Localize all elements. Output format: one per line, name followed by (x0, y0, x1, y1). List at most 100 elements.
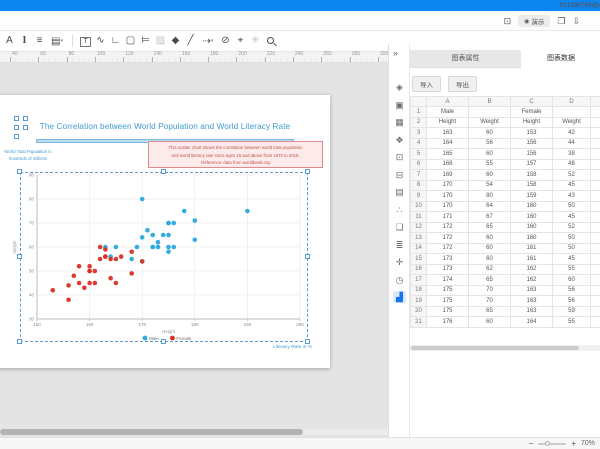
grid-cell[interactable]: 60 (469, 243, 511, 254)
symbol-library-icon[interactable]: ▦ (389, 115, 410, 129)
grid-cell[interactable]: 157 (511, 159, 553, 170)
grid-cell[interactable]: 160 (511, 212, 553, 223)
grid-cell[interactable]: 170 (427, 201, 469, 212)
grid-cell[interactable]: 170 (427, 180, 469, 191)
grid-cell[interactable] (591, 180, 600, 191)
fill-style-icon[interactable]: ◈ (389, 80, 410, 94)
grid-cell[interactable] (591, 107, 600, 118)
grid-corner-cell[interactable] (411, 97, 427, 107)
image-search-icon[interactable]: ▣ (389, 98, 410, 112)
grid-cell[interactable]: 52 (553, 222, 591, 233)
collapse-panel-icon[interactable]: » (393, 48, 398, 58)
grid-cell[interactable] (591, 243, 600, 254)
corner-line-icon[interactable]: ∟ (108, 32, 123, 50)
grid-cell[interactable]: 60 (469, 170, 511, 181)
grid-cell[interactable]: 65 (469, 222, 511, 233)
grid-cell[interactable]: 163 (511, 296, 553, 307)
sheet-horizontal-scrollbar[interactable] (410, 345, 600, 351)
grid-cell[interactable]: 158 (511, 170, 553, 181)
selection-handle[interactable] (17, 339, 22, 344)
data-sheet[interactable]: ABCDE1MaleFemale2HeightWeightHeightWeigh… (410, 96, 600, 345)
grid-cell[interactable]: 60 (469, 254, 511, 265)
grid-cell[interactable]: Height (427, 117, 469, 128)
grid-cell[interactable]: 70 (469, 296, 511, 307)
grid-cell[interactable]: 55 (469, 159, 511, 170)
grid-cell[interactable]: 156 (511, 149, 553, 160)
grid-cell[interactable] (591, 317, 600, 328)
row-header-1[interactable]: 1 (411, 107, 427, 118)
grid-cell[interactable]: 56 (469, 138, 511, 149)
grid-cell[interactable]: 59 (553, 306, 591, 317)
grid-cell[interactable] (591, 170, 600, 181)
grid-cell[interactable]: 65 (469, 306, 511, 317)
y-axis-annotation[interactable]: World Total Population in hundreds of mi… (0, 149, 58, 163)
milestone-icon[interactable]: ⊨ (138, 32, 153, 50)
row-header-4[interactable]: 4 (411, 138, 427, 149)
grid-cell[interactable]: 163 (427, 128, 469, 139)
grid-cell[interactable]: Weight (469, 117, 511, 128)
grid-cell[interactable]: 42 (553, 128, 591, 139)
download-icon[interactable]: ⇩ (572, 13, 580, 29)
crop-image-icon[interactable]: ▨ (153, 32, 168, 50)
row-header-9[interactable]: 9 (411, 191, 427, 202)
grid-cell[interactable]: 45 (553, 180, 591, 191)
grid-cell[interactable] (591, 201, 600, 212)
layers-panel-icon[interactable]: ❖ (389, 133, 410, 147)
picture-icon[interactable]: ▤ (389, 185, 410, 199)
grid-cell[interactable]: 164 (427, 138, 469, 149)
slideshow-card-icon[interactable]: ⊡ (504, 13, 512, 29)
outline-icon[interactable]: ≣ (389, 238, 410, 252)
grid-cell[interactable]: 156 (511, 138, 553, 149)
text-style-icon[interactable]: I (17, 32, 32, 50)
grid-cell[interactable]: 55 (553, 264, 591, 275)
canvas-area[interactable]: 15016017018019020030405060708090HeightWe… (0, 63, 388, 437)
grid-cell[interactable]: 172 (427, 243, 469, 254)
grid-cell[interactable]: 160 (511, 222, 553, 233)
grid-cell[interactable]: 45 (553, 254, 591, 265)
grid-cell[interactable]: 163 (511, 285, 553, 296)
grid-cell[interactable]: 171 (427, 212, 469, 223)
scrollbar-thumb[interactable] (411, 346, 579, 350)
row-header-20[interactable]: 20 (411, 306, 427, 317)
grid-cell[interactable]: 175 (427, 285, 469, 296)
grid-cell[interactable]: 80 (469, 191, 511, 202)
grid-cell[interactable]: 44 (553, 138, 591, 149)
grid-cell[interactable]: 163 (511, 306, 553, 317)
shape-icon[interactable]: ▢ (123, 32, 138, 50)
connection-point-icon[interactable]: ⌖ (233, 32, 248, 50)
tab-chart-data[interactable]: 图表数据 (521, 50, 600, 68)
row-header-8[interactable]: 8 (411, 180, 427, 191)
grid-cell[interactable]: 70 (469, 285, 511, 296)
row-header-5[interactable]: 5 (411, 149, 427, 160)
grid-cell[interactable]: 158 (511, 180, 553, 191)
row-header-10[interactable]: 10 (411, 201, 427, 212)
grid-cell[interactable]: 60 (469, 233, 511, 244)
zoom-in-button[interactable]: + (571, 439, 576, 449)
selection-handle[interactable] (23, 125, 28, 130)
grid-cell[interactable] (553, 107, 591, 118)
account-email[interactable]: 811286765@q (560, 2, 600, 9)
selection-handle[interactable] (14, 134, 19, 139)
row-header-14[interactable]: 14 (411, 243, 427, 254)
grid-cell[interactable]: 173 (427, 264, 469, 275)
grid-cell[interactable]: 164 (511, 317, 553, 328)
row-header-2[interactable]: 2 (411, 117, 427, 128)
grid-cell[interactable] (591, 212, 600, 223)
no-fill-icon[interactable]: ⊘ (218, 32, 233, 50)
scrollbar-thumb[interactable] (0, 429, 303, 435)
frame-icon[interactable]: ⊡ (389, 150, 410, 164)
layer-icon[interactable]: ▤▾ (47, 32, 67, 51)
grid-cell[interactable]: 174 (427, 275, 469, 286)
row-header-16[interactable]: 16 (411, 264, 427, 275)
column-header-A[interactable]: A (427, 97, 469, 107)
grid-cell[interactable]: 170 (427, 191, 469, 202)
row-header-19[interactable]: 19 (411, 296, 427, 307)
grid-cell[interactable] (591, 233, 600, 244)
grid-cell[interactable]: Weight (553, 117, 591, 128)
grid-cell[interactable]: 45 (553, 212, 591, 223)
grid-cell[interactable] (591, 296, 600, 307)
grid-cell[interactable]: 162 (511, 264, 553, 275)
selection-handle[interactable] (17, 169, 22, 174)
canvas-horizontal-scrollbar[interactable] (0, 429, 388, 435)
row-header-3[interactable]: 3 (411, 128, 427, 139)
